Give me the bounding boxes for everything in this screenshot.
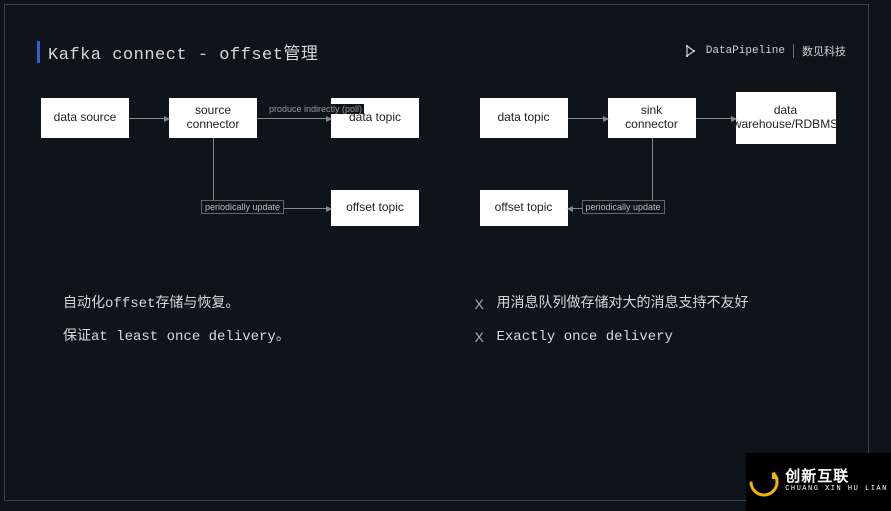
bullet-item: 保证at least once delivery。 [41, 327, 415, 348]
bullet-text: 保证at least once delivery。 [63, 327, 290, 348]
bullet-mark: X [475, 294, 487, 315]
bullet-columns: 自动化offset存储与恢复。 保证at least once delivery… [41, 294, 848, 360]
edge-label-produce: produce indirectly (poll) [267, 104, 364, 114]
diagram-source-connector: data source source connector data topic … [41, 90, 410, 240]
arrow-conn-to-topic [257, 118, 331, 119]
diagram-sink-connector: data topic sink connector data warehouse… [480, 90, 849, 240]
bullet-mark [41, 327, 53, 348]
diagram-row: data source source connector data topic … [41, 90, 848, 240]
arrow-sink-to-wh [696, 118, 736, 119]
brand-name: DataPipeline [706, 45, 785, 57]
brand-divider [793, 44, 794, 58]
bullet-text: 用消息队列做存储对大的消息支持不友好 [497, 294, 749, 315]
edge-label-periodic-right: periodically update [582, 200, 665, 214]
watermark-py: CHUANG XIN HU LIAN [785, 486, 888, 493]
watermark: 创新互联 CHUANG XIN HU LIAN [746, 453, 891, 511]
bullet-text: Exactly once delivery [497, 327, 673, 348]
slide-title: Kafka connect - offset管理 [37, 39, 318, 65]
node-data-source: data source [41, 98, 129, 138]
brand-logo-icon [684, 44, 698, 58]
node-offset-topic: offset topic [331, 190, 419, 226]
title-text: Kafka connect - offset管理 [48, 39, 318, 65]
bullet-item: X Exactly once delivery [475, 327, 849, 348]
watermark-text: 创新互联 CHUANG XIN HU LIAN [785, 470, 888, 493]
node-sink-connector: sink connector [608, 98, 696, 138]
node-offset-topic-r: offset topic [480, 190, 568, 226]
watermark-zh: 创新互联 [785, 470, 888, 486]
arrow-topic-to-sink [568, 118, 608, 119]
bullet-item: 自动化offset存储与恢复。 [41, 294, 415, 315]
bullet-mark: X [475, 327, 487, 348]
bullets-left-col: 自动化offset存储与恢复。 保证at least once delivery… [41, 294, 415, 360]
node-data-warehouse: data warehouse/RDBMS [736, 92, 836, 144]
bullet-item: X 用消息队列做存储对大的消息支持不友好 [475, 294, 849, 315]
arrow-sink-down [652, 138, 653, 208]
content-area: data source source connector data topic … [41, 90, 848, 480]
brand-area: DataPipeline 数见科技 [684, 43, 846, 59]
bullets-right-col: X 用消息队列做存储对大的消息支持不友好 X Exactly once deli… [475, 294, 849, 360]
watermark-logo-icon [749, 467, 779, 497]
brand-tagline: 数见科技 [802, 43, 846, 59]
edge-label-periodic-left: periodically update [201, 200, 284, 214]
slide: Kafka connect - offset管理 DataPipeline 数见… [4, 4, 869, 501]
node-data-topic-r: data topic [480, 98, 568, 138]
node-source-connector: source connector [169, 98, 257, 138]
bullet-mark [41, 294, 53, 315]
arrow-src-to-conn [129, 118, 169, 119]
title-accent-bar [37, 41, 40, 63]
arrow-conn-down [213, 138, 214, 208]
bullet-text: 自动化offset存储与恢复。 [63, 294, 239, 315]
